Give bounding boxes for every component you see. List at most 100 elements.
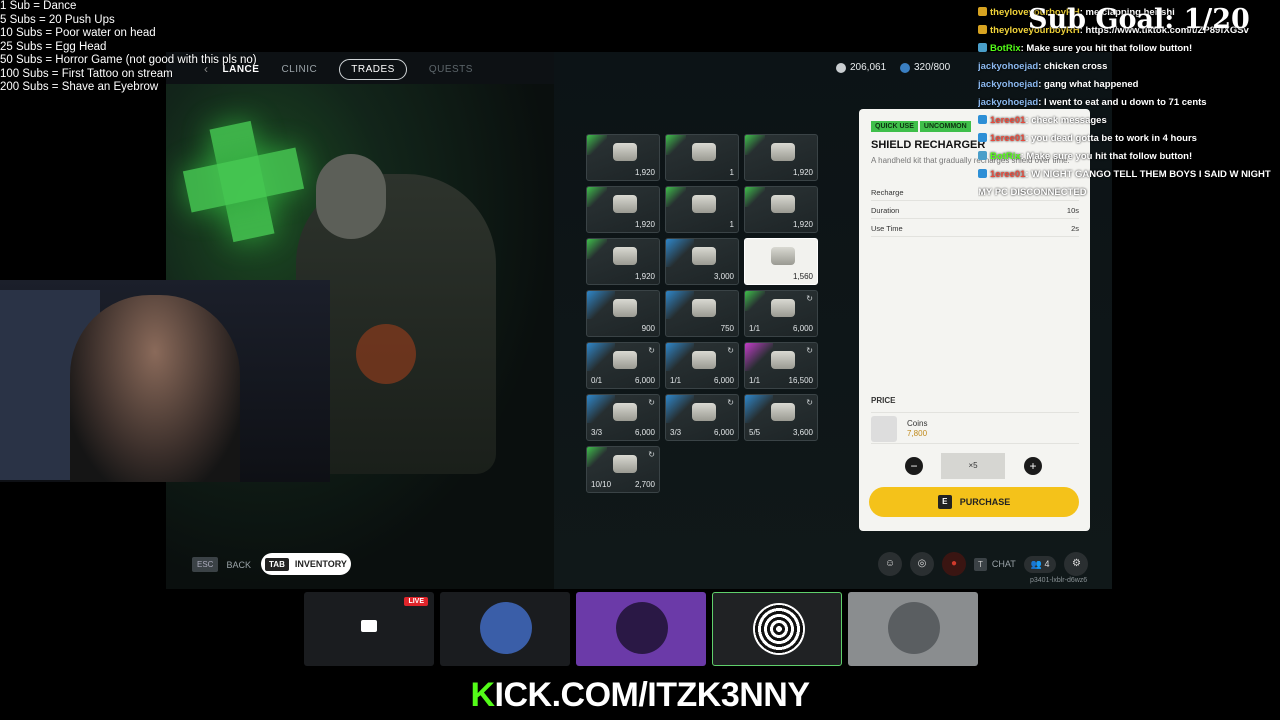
trade-item-slot[interactable]: 1,920 bbox=[744, 134, 818, 181]
channel-url-text: ICK.COM/ITZK3NNY bbox=[494, 676, 811, 714]
item-icon bbox=[692, 143, 716, 161]
item-price: 3,600 bbox=[792, 428, 813, 437]
stream-tile[interactable] bbox=[712, 592, 842, 666]
purchase-button[interactable]: E PURCHASE bbox=[869, 487, 1079, 517]
vendor-head bbox=[316, 154, 386, 239]
purchase-label: PURCHASE bbox=[959, 497, 1011, 507]
back-label: BACK bbox=[226, 559, 251, 570]
item-price: 1,920 bbox=[634, 220, 655, 229]
restock-icon: ↻ bbox=[648, 346, 655, 355]
chat-username[interactable]: jackyohoejad bbox=[978, 79, 1038, 90]
item-price: 6,000 bbox=[634, 428, 655, 437]
chat-username[interactable]: jackyohoejad bbox=[978, 61, 1038, 72]
chat-message: jackyohoejad: I went to eat and u down t… bbox=[978, 94, 1280, 112]
item-price: 3,000 bbox=[713, 272, 734, 281]
inventory-label: INVENTORY bbox=[294, 559, 347, 569]
item-price: 16,500 bbox=[788, 376, 813, 385]
trade-item-slot[interactable]: 1 bbox=[665, 186, 739, 233]
sub-goal-item: 1 Sub = Dance bbox=[0, 0, 77, 12]
chat-username[interactable]: BotRix bbox=[990, 43, 1021, 54]
streamer bbox=[70, 295, 240, 482]
sub-goal-item: 50 Subs = Horror Game (not good with thi… bbox=[0, 54, 257, 66]
trade-item-slot[interactable]: ↻ 1/1 6,000 bbox=[744, 290, 818, 337]
sub-goal-item: 25 Subs = Egg Head bbox=[0, 40, 107, 53]
alert-icon[interactable]: ● bbox=[942, 552, 966, 576]
item-stock: 3/3 bbox=[591, 428, 603, 437]
trade-item-slot[interactable]: ↻ 5/5 3,600 bbox=[744, 394, 818, 441]
item-tags: QUICK USE UNCOMMON bbox=[871, 121, 971, 132]
restock-icon: ↻ bbox=[727, 346, 734, 355]
stream-tile[interactable] bbox=[576, 592, 706, 666]
stat-row: Duration 10s bbox=[871, 203, 1079, 219]
trade-item-slot[interactable]: 1,920 bbox=[586, 134, 660, 181]
price-box: Coins 7,800 bbox=[871, 412, 1079, 444]
top-navigation: ‹ LANCE CLINIC TRADES QUESTS bbox=[166, 52, 1112, 86]
chat-username[interactable]: 1eree01 bbox=[990, 169, 1025, 180]
item-icon bbox=[613, 299, 637, 317]
raider-icon[interactable]: ◎ bbox=[910, 552, 934, 576]
item-price: 900 bbox=[641, 324, 655, 333]
item-price: 2,700 bbox=[634, 480, 655, 489]
stream-tile[interactable] bbox=[848, 592, 978, 666]
trade-item-slot[interactable]: 750 bbox=[665, 290, 739, 337]
chat-badge-icon bbox=[978, 43, 987, 52]
trade-item-slot[interactable]: 3,000 bbox=[665, 238, 739, 285]
trade-item-slot[interactable]: ↻ 3/3 6,000 bbox=[586, 394, 660, 441]
trade-item-slot[interactable]: 1,560 bbox=[744, 238, 818, 285]
chat-badge-icon bbox=[978, 169, 987, 178]
item-icon bbox=[771, 143, 795, 161]
trade-item-slot[interactable]: ↻ 1/1 6,000 bbox=[665, 342, 739, 389]
tab-trades[interactable]: TRADES bbox=[339, 58, 407, 80]
chat-username[interactable]: 1eree01 bbox=[990, 115, 1025, 126]
chat-username[interactable]: BotRix bbox=[990, 151, 1021, 162]
profile-icon[interactable]: ☺ bbox=[878, 552, 902, 576]
chat-badge-icon bbox=[978, 25, 987, 34]
chat-message: 1eree01: W NIGHT GANGO TELL THEM BOYS I … bbox=[978, 166, 1280, 184]
trade-item-slot[interactable]: ↻ 0/1 6,000 bbox=[586, 342, 660, 389]
tab-key: TAB bbox=[265, 557, 289, 571]
avatar bbox=[753, 603, 805, 655]
price-value: 7,800 bbox=[907, 429, 928, 438]
chat-username[interactable]: 1eree01 bbox=[990, 133, 1025, 144]
trade-item-slot[interactable]: ↻ 3/3 6,000 bbox=[665, 394, 739, 441]
party-count[interactable]: 👥 4 bbox=[1023, 555, 1057, 573]
item-stock: 0/1 bbox=[591, 376, 603, 385]
stream-tile[interactable] bbox=[440, 592, 570, 666]
tab-clinic[interactable]: CLINIC bbox=[281, 64, 317, 75]
item-price: 6,000 bbox=[634, 376, 655, 385]
chat-username[interactable]: jackyohoejad bbox=[978, 97, 1038, 108]
inventory-button[interactable]: TAB INVENTORY bbox=[261, 553, 351, 575]
stat-value: 2s bbox=[1071, 224, 1079, 233]
trade-item-slot[interactable]: 900 bbox=[586, 290, 660, 337]
sub-goal-list: 1 Sub = Dance 5 Subs = 20 Push Ups 10 Subs… bbox=[0, 0, 257, 95]
quantity-value[interactable]: ×5 bbox=[941, 453, 1005, 479]
trade-item-slot[interactable]: ↻ 1/1 16,500 bbox=[744, 342, 818, 389]
stream-tile[interactable]: LIVE bbox=[304, 592, 434, 666]
trade-item-slot[interactable]: 1,920 bbox=[586, 186, 660, 233]
tag-quick-use: QUICK USE bbox=[871, 121, 918, 132]
quantity-increase-button[interactable]: + bbox=[1024, 457, 1042, 475]
stat-label: Use Time bbox=[871, 224, 903, 233]
sub-goal-item: 5 Subs = 20 Push Ups bbox=[0, 13, 115, 26]
sub-goal-item: 200 Subs = Shave an Eyebrow bbox=[0, 81, 159, 93]
chat-text: : I went to eat and u down to 71 cents bbox=[1038, 97, 1207, 108]
chat-button[interactable]: T CHAT bbox=[974, 557, 1016, 571]
item-price: 1,920 bbox=[634, 272, 655, 281]
item-stock: 1/1 bbox=[670, 376, 682, 385]
restock-icon: ↻ bbox=[806, 346, 813, 355]
trade-item-slot[interactable]: 1,920 bbox=[744, 186, 818, 233]
chat-message: BotRix: Make sure you hit that follow bu… bbox=[978, 148, 1280, 166]
avatar bbox=[888, 602, 940, 654]
backpack-icon bbox=[900, 62, 910, 73]
chat-badge-icon bbox=[978, 115, 987, 124]
back-button[interactable]: ESC BACK bbox=[192, 557, 251, 572]
tab-quests[interactable]: QUESTS bbox=[429, 64, 473, 75]
chat-message: jackyohoejad: chicken cross bbox=[978, 58, 1280, 76]
trade-item-slot[interactable]: 1,920 bbox=[586, 238, 660, 285]
stat-label: Recharge bbox=[871, 188, 904, 197]
trade-item-slot[interactable]: ↻ 10/10 2,700 bbox=[586, 446, 660, 493]
chat-text: : check messages bbox=[1025, 115, 1107, 126]
quantity-decrease-button[interactable]: − bbox=[905, 457, 923, 475]
trade-item-slot[interactable]: 1 bbox=[665, 134, 739, 181]
settings-gear-icon[interactable]: ⚙ bbox=[1064, 552, 1089, 576]
